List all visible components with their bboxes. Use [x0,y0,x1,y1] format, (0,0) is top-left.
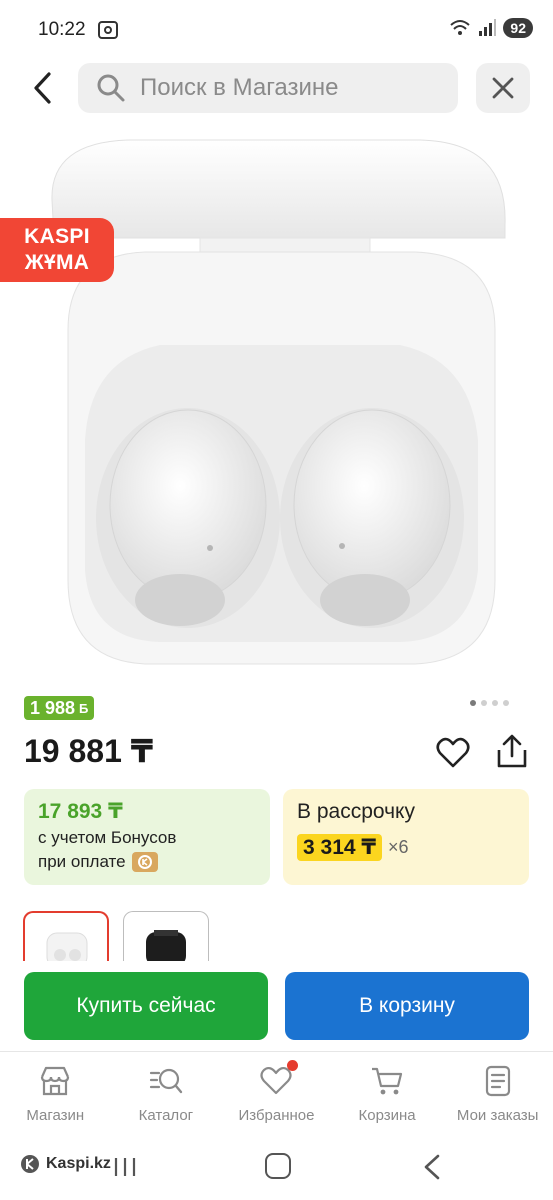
tab-cart[interactable]: Корзина [332,1052,443,1137]
battery-indicator: 92 [503,18,533,38]
installment-card[interactable]: В рассрочку 3 314 ₸ ×6 [283,789,529,885]
search-icon [97,74,125,102]
gallery-dots [470,700,509,706]
product-price: 19 881 ₸ [24,733,154,769]
tab-catalog[interactable]: Каталог [111,1052,222,1137]
variant-white-thumbnail[interactable] [23,911,109,961]
tab-store[interactable]: Магазин [0,1052,111,1137]
tab-orders[interactable]: Мои заказы [442,1052,553,1137]
tab-favorites[interactable]: Избранное [221,1052,332,1137]
store-icon [41,1066,70,1096]
cart-icon [372,1067,403,1095]
close-button[interactable] [476,63,530,113]
kaspi-brand: Kaspi.kz [20,1154,111,1174]
promo-line-2: ЖҰМА [24,251,90,274]
product-image[interactable] [40,130,520,690]
kaspi-logo-icon [131,852,158,872]
tab-label: Избранное [238,1107,315,1124]
earbuds-white-icon [46,932,88,961]
chevron-left-icon [34,72,51,104]
tab-label: Каталог [138,1107,194,1124]
share-icon[interactable] [495,734,529,770]
bonus-value: 1 988 [30,697,76,718]
gallery-dot [481,700,487,706]
wifi-icon [450,20,471,35]
bonus-price: 17 893 ₸ [38,800,123,823]
promo-line-1: KASPI [24,225,90,248]
status-bar: 10:22 92 [0,0,553,60]
kaspi-logo-icon [21,1155,39,1173]
gallery-dot [503,700,509,706]
installment-amount: 3 314 ₸ [297,834,382,861]
screenshot-icon [98,21,118,39]
installment-row: 3 314 ₸ ×6 [297,834,515,861]
brand-text: Kaspi.kz [46,1155,111,1172]
bottom-tab-bar: Магазин Каталог Избранное Корзина Мои за… [0,1051,553,1137]
home-button[interactable] [265,1153,291,1179]
back-button[interactable] [22,68,62,108]
status-icons: 92 [449,18,533,38]
bonus-symbol: Б [79,700,89,716]
earbuds-black-icon [146,930,186,961]
recents-icon[interactable] [110,1155,140,1179]
tab-label: Корзина [358,1107,416,1124]
signal-icon [479,19,497,36]
search-input[interactable] [140,74,430,102]
bonus-caption: с учетом Бонусов [38,828,177,847]
variant-black-thumbnail[interactable] [123,911,209,961]
tab-label: Мои заказы [456,1107,539,1124]
status-time: 10:22 [38,19,86,40]
gallery-dot [492,700,498,706]
close-icon [492,77,514,99]
back-nav-icon[interactable] [420,1153,444,1181]
notification-dot [287,1060,299,1071]
orders-icon [485,1065,510,1097]
installment-title: В рассрочку [297,800,415,823]
search-bar[interactable] [78,63,458,113]
catalog-search-icon [149,1068,183,1094]
promo-badge: KASPI ЖҰМА [0,218,114,282]
system-nav-bar: Kaspi.kz [0,1137,553,1200]
bonus-payment-row: при оплате [38,852,256,872]
gallery-dot [470,700,476,706]
bonus-payment-text: при оплате [38,852,126,871]
bonus-chip: 1 988 Б [24,696,95,720]
favorite-heart-icon[interactable] [436,736,470,770]
installment-multiplier: ×6 [388,837,409,857]
buy-now-button[interactable]: Купить сейчас [24,972,268,1040]
bonus-price-card[interactable]: 17 893 ₸ с учетом Бонусов при оплате [24,789,270,885]
tab-label: Магазин [26,1107,85,1124]
add-to-cart-button[interactable]: В корзину [285,972,529,1040]
